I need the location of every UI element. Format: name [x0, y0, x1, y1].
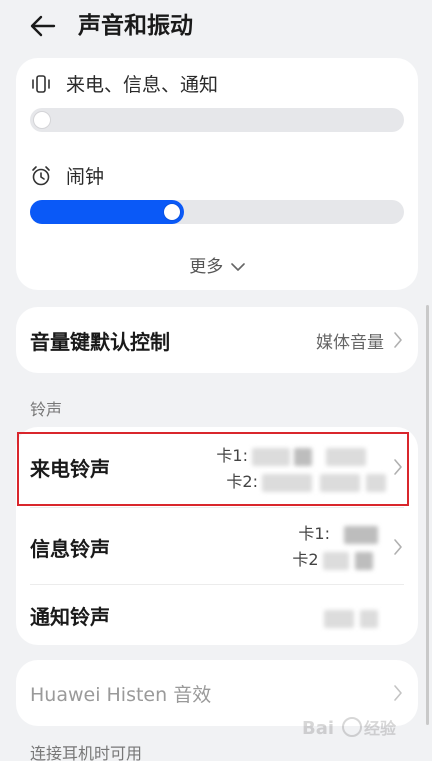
volume-key-control-label: 音量键默认控制: [30, 329, 170, 354]
redacted-text: [344, 525, 378, 544]
redacted-text: [366, 473, 386, 492]
notification-ringtone-value: [320, 605, 378, 631]
page-title: 声音和振动: [78, 13, 193, 39]
watermark-logo: Bai 经验: [302, 717, 397, 739]
notification-ringtone-label: 通知铃声: [30, 604, 110, 629]
alarm-volume-thumb[interactable]: [163, 204, 180, 220]
call-ringtone-values: 卡1: 卡2:: [216, 443, 386, 495]
chevron-right-icon: [392, 330, 404, 350]
redacted-text: [322, 551, 349, 570]
chevron-right-icon: [392, 537, 404, 557]
vibrate-icon: [32, 74, 50, 93]
chevron-right-icon: [392, 683, 404, 703]
ringtone-volume-label: 来电、信息、通知: [66, 74, 219, 96]
redacted-text: [326, 447, 366, 466]
redacted-text: [252, 447, 290, 466]
volume-key-control-row[interactable]: 音量键默认控制 媒体音量: [16, 307, 418, 373]
message-ringtone-sim2: 卡2: [292, 547, 378, 573]
message-ringtone-label: 信息铃声: [30, 536, 110, 561]
ringtones-section-title: 铃声: [30, 400, 63, 419]
message-ringtone-row[interactable]: 信息铃声 卡1: 卡2: [16, 509, 418, 585]
call-ringtone-label: 来电铃声: [30, 456, 110, 481]
message-ringtone-sim1-prefix: 卡1:: [298, 524, 330, 543]
volume-card: 来电、信息、通知 闹钟 更多: [16, 58, 418, 290]
message-ringtone-values: 卡1: 卡2: [292, 521, 378, 573]
call-ringtone-sim2: 卡2:: [216, 469, 386, 495]
more-label: 更多: [189, 257, 224, 277]
redacted-text: [320, 473, 360, 492]
alarm-volume-label-row: 闹钟: [30, 162, 104, 189]
header: 声音和振动: [0, 0, 432, 56]
alarm-volume-label: 闹钟: [66, 166, 105, 188]
ringtone-volume-slider[interactable]: [30, 108, 404, 132]
call-ringtone-sim1: 卡1:: [216, 443, 386, 469]
scrollbar[interactable]: [426, 305, 429, 725]
svg-text:Bai: Bai: [302, 718, 334, 739]
arrow-left-icon: [30, 15, 56, 37]
svg-text:经验: 经验: [364, 719, 397, 738]
redacted-text: [354, 551, 373, 570]
volume-key-card: 音量键默认控制 媒体音量: [16, 307, 418, 373]
call-ringtone-sim2-prefix: 卡2:: [226, 472, 258, 491]
message-ringtone-sim1: 卡1:: [292, 521, 378, 547]
divider: [30, 507, 404, 508]
chevron-right-icon: [392, 457, 404, 477]
call-ringtone-sim1-prefix: 卡1:: [216, 446, 248, 465]
ringtones-card: 来电铃声 卡1: 卡2: 信息铃声 卡1: 卡2 通知铃声: [16, 427, 418, 645]
chevron-down-icon: [230, 263, 245, 271]
ringtone-volume-thumb[interactable]: [34, 112, 50, 128]
volume-key-control-value: 媒体音量: [316, 332, 384, 353]
alarm-clock-icon: [32, 165, 50, 185]
more-button[interactable]: 更多: [16, 252, 418, 277]
message-ringtone-sim2-prefix: 卡2: [292, 550, 319, 569]
notification-ringtone-row[interactable]: 通知铃声: [16, 585, 418, 645]
ringtone-volume-label-row: 来电、信息、通知: [30, 70, 218, 97]
redacted-text: [324, 609, 354, 628]
histen-label: Huawei Histen 音效: [30, 683, 212, 706]
redacted-text: [360, 609, 378, 628]
headset-section-title: 连接耳机时可用: [30, 744, 143, 761]
call-ringtone-row[interactable]: 来电铃声 卡1: 卡2:: [16, 427, 418, 507]
alarm-volume-slider[interactable]: [30, 200, 404, 224]
alarm-volume-fill: [30, 200, 184, 224]
redacted-text: [294, 447, 312, 466]
back-button[interactable]: [26, 12, 60, 40]
redacted-text: [262, 473, 312, 492]
